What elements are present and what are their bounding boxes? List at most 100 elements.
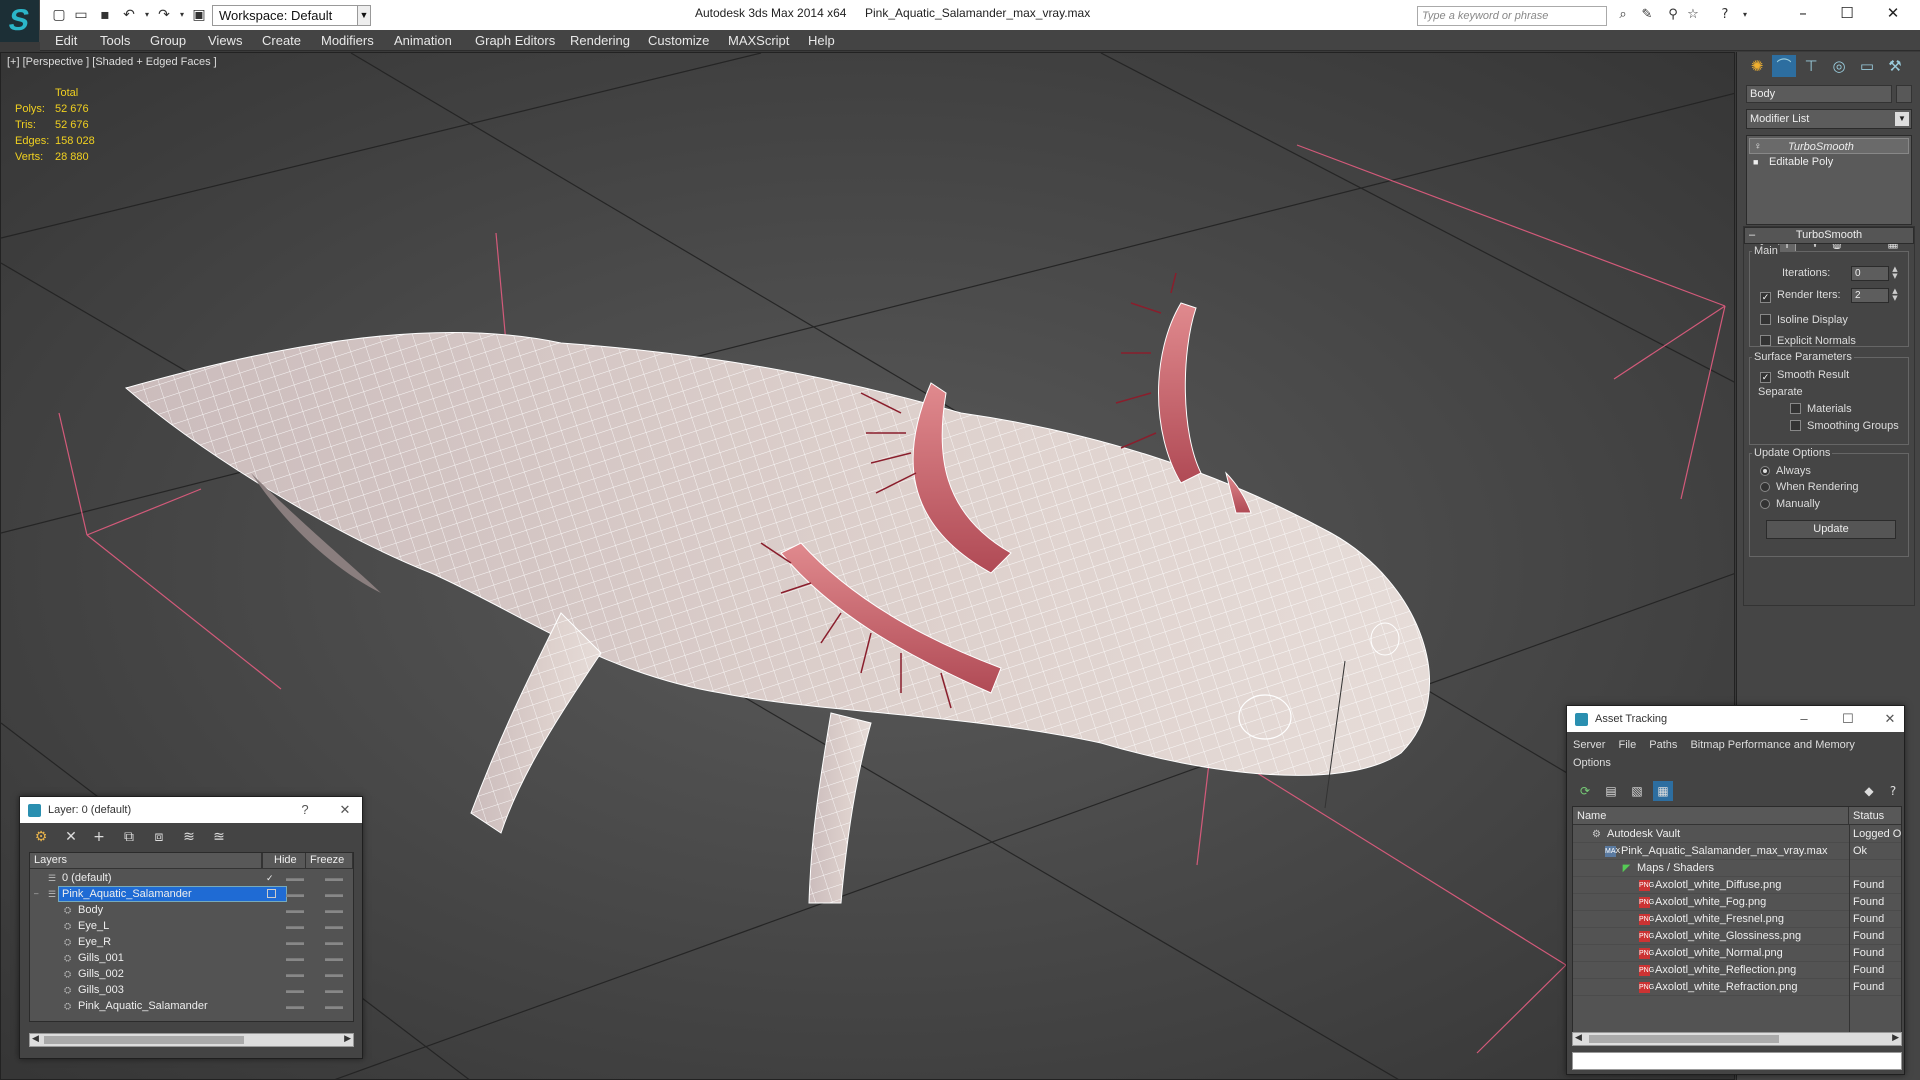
table-view-icon[interactable]: ▦	[1653, 781, 1673, 801]
close-icon[interactable]: ✕	[330, 797, 360, 823]
active-check-icon[interactable]: ✓	[266, 873, 276, 883]
scrollbar-thumb[interactable]	[1589, 1035, 1779, 1043]
search-input[interactable]: Type a keyword or phrase	[1417, 6, 1607, 26]
always-radio[interactable]	[1760, 466, 1770, 476]
freeze-toggle[interactable]: ▬▬	[325, 918, 343, 934]
menu-file[interactable]: File	[1618, 739, 1636, 751]
maximize-icon[interactable]: ☐	[1833, 706, 1863, 732]
vault-icon[interactable]: ◆	[1859, 781, 1879, 801]
object-row-eye-l[interactable]: ⛭ Eye_L ▬▬ ▬▬	[30, 918, 353, 934]
asset-row[interactable]: PNG Axolotl_white_Diffuse.png Found	[1573, 877, 1901, 894]
freeze-toggle[interactable]: ▬▬	[325, 886, 343, 902]
menu-options[interactable]: Options	[1573, 757, 1611, 769]
help-dropdown-icon[interactable]: ▾	[1736, 7, 1754, 23]
favorites-icon[interactable]: ☆	[1684, 7, 1702, 23]
modify-tab-icon[interactable]: ⌒	[1772, 55, 1796, 77]
close-button[interactable]: ✕	[1870, 0, 1916, 28]
asset-row[interactable]: PNG Axolotl_white_Reflection.png Found	[1573, 962, 1901, 979]
freeze-toggle[interactable]: ▬▬	[325, 934, 343, 950]
layer-horizontal-scrollbar[interactable]: ◀ ▶	[29, 1033, 354, 1047]
iterations-spinner[interactable]: 0	[1851, 266, 1889, 281]
hide-toggle[interactable]: ▬▬	[286, 886, 304, 902]
explicit-normals-row[interactable]: Explicit Normals	[1760, 335, 1856, 347]
lightbulb-icon[interactable]: ♀	[1754, 139, 1762, 155]
smooth-result-row[interactable]: ✓ Smooth Result	[1760, 369, 1849, 383]
binoculars-icon[interactable]: ⌕	[1614, 7, 1632, 23]
menu-rendering[interactable]: Rendering	[570, 33, 630, 48]
undo-dropdown-icon[interactable]: ▾	[138, 6, 156, 24]
chevron-down-icon[interactable]: ▼	[1895, 112, 1909, 126]
help-button[interactable]: ?	[290, 797, 320, 823]
object-row-eye-r[interactable]: ⛭ Eye_R ▬▬ ▬▬	[30, 934, 353, 950]
redo-icon[interactable]: ↷	[155, 6, 173, 24]
motion-tab-icon[interactable]: ◎	[1827, 55, 1851, 77]
scroll-left-icon[interactable]: ◀	[1575, 1033, 1582, 1043]
menu-paths[interactable]: Paths	[1649, 739, 1677, 751]
hide-toggle[interactable]: ▬▬	[286, 982, 304, 998]
materials-checkbox[interactable]	[1790, 403, 1801, 414]
menu-graph-editors[interactable]: Graph Editors	[475, 33, 555, 48]
asset-path-field[interactable]	[1572, 1052, 1902, 1070]
menu-bitmap-performance[interactable]: Bitmap Performance and Memory	[1690, 739, 1854, 751]
collapse-icon[interactable]: –	[34, 889, 44, 899]
hide-layers-icon[interactable]: ≋	[178, 827, 200, 847]
render-iters-spinner[interactable]: 2	[1851, 288, 1889, 303]
asset-row[interactable]: PNG Axolotl_white_Normal.png Found	[1573, 945, 1901, 962]
object-row-gills-001[interactable]: ⛭ Gills_001 ▬▬ ▬▬	[30, 950, 353, 966]
freeze-layers-icon[interactable]: ≊	[208, 827, 230, 847]
object-row-gills-003[interactable]: ⛭ Gills_003 ▬▬ ▬▬	[30, 982, 353, 998]
spinner-arrows-icon[interactable]: ▲ ▼	[1890, 288, 1900, 303]
spinner-arrows-icon[interactable]: ▲ ▼	[1890, 266, 1900, 281]
close-icon[interactable]: ✕	[1875, 706, 1905, 732]
menu-maxscript[interactable]: MAXScript	[728, 33, 789, 48]
modifier-list-dropdown[interactable]: Modifier List ▼	[1746, 109, 1912, 129]
menu-group[interactable]: Group	[150, 33, 186, 48]
asset-row[interactable]: MAX Pink_Aquatic_Salamander_max_vray.max…	[1573, 843, 1901, 860]
menu-edit[interactable]: Edit	[55, 33, 77, 48]
object-name-field[interactable]: Body	[1746, 85, 1892, 103]
stack-item-editable-poly[interactable]: ■ Editable Poly	[1749, 154, 1909, 170]
col-hide-label[interactable]: Hide	[270, 853, 306, 869]
object-color-swatch[interactable]	[1896, 85, 1912, 103]
hide-toggle[interactable]: ▬▬	[286, 870, 304, 886]
delete-layer-icon[interactable]: ✕	[60, 827, 82, 847]
render-iters-checkbox[interactable]: ✓	[1760, 292, 1771, 303]
undo-icon[interactable]: ↶	[120, 6, 138, 24]
scroll-right-icon[interactable]: ▶	[1892, 1033, 1899, 1043]
asset-horizontal-scrollbar[interactable]: ◀ ▶	[1572, 1032, 1902, 1046]
manually-radio[interactable]	[1760, 499, 1770, 509]
set-active-box[interactable]	[267, 889, 276, 898]
hierarchy-tab-icon[interactable]: ⊤	[1799, 55, 1823, 77]
help-icon[interactable]: ?	[1716, 7, 1734, 23]
freeze-toggle[interactable]: ▬▬	[325, 902, 343, 918]
hide-toggle[interactable]: ▬▬	[286, 950, 304, 966]
asset-row[interactable]: PNG Axolotl_white_Fresnel.png Found	[1573, 911, 1901, 928]
col-status[interactable]: Status	[1849, 807, 1901, 825]
explicit-normals-checkbox[interactable]	[1760, 335, 1771, 346]
smoothing-groups-checkbox[interactable]	[1790, 420, 1801, 431]
smoothing-groups-row[interactable]: Smoothing Groups	[1790, 420, 1899, 432]
menu-help[interactable]: Help	[808, 33, 835, 48]
communication-center-icon[interactable]: ✎	[1638, 7, 1656, 23]
manually-row[interactable]: Manually	[1760, 498, 1820, 510]
scroll-right-icon[interactable]: ▶	[344, 1034, 351, 1044]
save-icon[interactable]: ▪	[96, 6, 114, 24]
materials-row[interactable]: Materials	[1790, 403, 1852, 415]
object-row-gills-002[interactable]: ⛭ Gills_002 ▬▬ ▬▬	[30, 966, 353, 982]
minimize-button[interactable]: –	[1780, 0, 1826, 28]
add-layer-icon[interactable]: +	[88, 827, 110, 847]
layer-settings-icon[interactable]: ⚙	[30, 827, 52, 847]
tree-view-icon[interactable]: ▧	[1627, 781, 1647, 801]
expand-icon[interactable]: ■	[1753, 154, 1758, 170]
hide-toggle[interactable]: ▬▬	[286, 902, 304, 918]
maximize-button[interactable]: ☐	[1824, 0, 1870, 28]
hide-toggle[interactable]: ▬▬	[286, 918, 304, 934]
always-row[interactable]: Always	[1760, 465, 1811, 477]
when-rendering-row[interactable]: When Rendering	[1760, 481, 1859, 493]
display-tab-icon[interactable]: ▭	[1855, 55, 1879, 77]
freeze-toggle[interactable]: ▬▬	[325, 966, 343, 982]
utilities-tab-icon[interactable]: ⚒	[1883, 55, 1907, 77]
col-freeze[interactable]: Freeze	[306, 853, 353, 869]
menu-modifiers[interactable]: Modifiers	[321, 33, 374, 48]
object-row-pink-aquatic-salamander[interactable]: ⛭ Pink_Aquatic_Salamander ▬▬ ▬▬	[30, 998, 353, 1014]
